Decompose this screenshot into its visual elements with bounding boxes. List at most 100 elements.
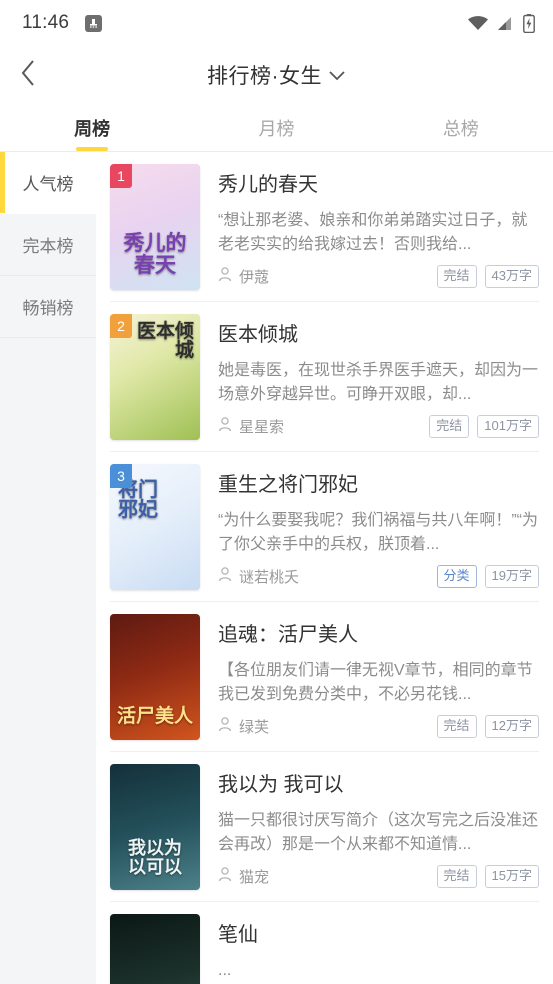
person-icon: [218, 867, 232, 886]
book-cover[interactable]: 活尸美人: [110, 614, 200, 740]
page-title-group: 排行榜·女生: [0, 46, 553, 104]
book-meta: 星星索 完结 101万字: [218, 415, 539, 438]
wordcount-badge: 19万字: [484, 565, 539, 588]
book-description: “为什么要娶我呢？我们祸福与共八年啊！”“为了你父亲手中的兵权，朕顶着...: [218, 512, 538, 553]
book-author: 伊蔻: [218, 266, 269, 287]
wordcount-badge: 101万字: [477, 415, 539, 438]
tab-label: 总榜: [442, 118, 479, 139]
cover-title: 医本倾 城: [136, 321, 194, 362]
book-title: 秀儿的春天: [218, 174, 318, 196]
book-info: 秀儿的春天 “想让那老婆、娘亲和你弟弟踏实过日子，就老老实实的给我嫁过去！否则我…: [200, 164, 539, 302]
cover-title: 我以为 以可以: [128, 838, 182, 877]
sidebar-item-completed[interactable]: 完本榜: [0, 214, 96, 276]
status-bar: 11:46: [0, 0, 553, 46]
book-info: 笔仙 ... 素子 完结 1万字: [200, 914, 539, 984]
book-cover[interactable]: 笔仙: [110, 914, 200, 984]
status-badge: 完结: [429, 415, 470, 438]
author-name: 星星索: [239, 419, 285, 437]
list-item[interactable]: 医本倾 城 2 医本倾城 她是毒医，在现世杀手界医手遮天，却因为一场意外穿越异世…: [96, 302, 553, 452]
wordcount-badge: 43万字: [484, 265, 539, 288]
chevron-left-icon: [20, 59, 36, 92]
book-info: 医本倾城 她是毒医，在现世杀手界医手遮天，却因为一场意外穿越异世。可睁开双眼，却…: [200, 314, 539, 452]
book-author: 猫宠: [218, 866, 269, 887]
list-item[interactable]: 将门 邪妃 3 重生之将门邪妃 “为什么要娶我呢？我们祸福与共八年啊！”“为了你…: [96, 452, 553, 602]
book-meta: 谜若桃夭 分类 19万字: [218, 565, 539, 588]
book-tags: 完结 43万字: [436, 265, 539, 288]
book-meta: 伊蔻 完结 43万字: [218, 265, 539, 288]
rank-badge: 2: [110, 314, 132, 338]
author-name: 伊蔻: [239, 269, 270, 287]
tab-monthly[interactable]: 月榜: [184, 104, 368, 151]
book-author: 谜若桃夭: [218, 566, 299, 587]
author-name: 绿芙: [239, 719, 270, 737]
book-description: 【各位朋友们请一律无视V章节，相同的章节我已发到免费分类中，不必另花钱...: [218, 662, 533, 703]
book-info: 我以为 我可以 猫一只都很讨厌写简介（这次写完之后没准还会再改）那是一个从来都不…: [200, 764, 539, 902]
category-sidebar: 人气榜 完本榜 畅销榜: [0, 152, 96, 984]
rank-badge: 1: [110, 164, 132, 188]
book-title: 我以为 我可以: [218, 774, 344, 796]
person-icon: [218, 417, 232, 436]
cover-title: 秀儿的 春天: [123, 232, 187, 277]
book-info: 重生之将门邪妃 “为什么要娶我呢？我们祸福与共八年啊！”“为了你父亲手中的兵权，…: [200, 464, 539, 602]
category-badge: 分类: [436, 565, 477, 588]
ranking-period-tabs: 周榜 月榜 总榜: [0, 104, 553, 152]
book-meta: 绿芙 完结 12万字: [218, 715, 539, 738]
list-item[interactable]: 笔仙 笔仙 ... 素子 完结 1万字: [96, 902, 553, 984]
author-name: 谜若桃夭: [239, 569, 300, 587]
book-cover[interactable]: 将门 邪妃 3: [110, 464, 200, 590]
sidebar-item-label: 完本榜: [22, 237, 74, 256]
sidebar-item-label: 畅销榜: [22, 299, 74, 318]
book-title: 重生之将门邪妃: [218, 474, 358, 496]
status-time: 11:46: [22, 12, 70, 33]
book-tags: 完结 12万字: [436, 715, 539, 738]
book-description: 她是毒医，在现世杀手界医手遮天，却因为一场意外穿越异世。可睁开双眼，却...: [218, 362, 539, 403]
app-notification-icon: [85, 14, 103, 32]
person-icon: [218, 717, 232, 736]
list-item[interactable]: 活尸美人 追魂：活尸美人 【各位朋友们请一律无视V章节，相同的章节我已发到免费分…: [96, 602, 553, 752]
list-item[interactable]: 我以为 以可以 我以为 我可以 猫一只都很讨厌写简介（这次写完之后没准还会再改）…: [96, 752, 553, 902]
tab-total[interactable]: 总榜: [369, 104, 553, 151]
book-description: ...: [218, 962, 232, 979]
tab-weekly[interactable]: 周榜: [0, 104, 184, 151]
back-button[interactable]: [0, 46, 56, 104]
book-title: 笔仙: [218, 924, 258, 946]
book-meta: 猫宠 完结 15万字: [218, 865, 539, 888]
person-icon: [218, 267, 232, 286]
book-tags: 分类 19万字: [436, 565, 539, 588]
sidebar-item-popularity[interactable]: 人气榜: [0, 152, 96, 214]
book-cover[interactable]: 秀儿的 春天 1: [110, 164, 200, 290]
book-cover[interactable]: 医本倾 城 2: [110, 314, 200, 440]
book-info: 追魂：活尸美人 【各位朋友们请一律无视V章节，相同的章节我已发到免费分类中，不必…: [200, 614, 539, 752]
status-badge: 完结: [436, 265, 477, 288]
battery-charging-icon: [523, 13, 535, 33]
page-title: 排行榜·女生: [207, 65, 322, 88]
signal-icon: [497, 15, 515, 31]
wifi-icon: [467, 15, 489, 31]
book-title: 医本倾城: [218, 324, 298, 346]
person-icon: [218, 567, 232, 586]
book-list[interactable]: 秀儿的 春天 1 秀儿的春天 “想让那老婆、娘亲和你弟弟踏实过日子，就老老实实的…: [96, 152, 553, 984]
book-author: 绿芙: [218, 716, 269, 737]
book-author: 星星索: [218, 416, 284, 437]
sidebar-item-label: 人气榜: [22, 175, 74, 194]
sidebar-item-bestseller[interactable]: 畅销榜: [0, 276, 96, 338]
header-bar: 排行榜·女生: [0, 46, 553, 104]
cover-title: 活尸美人: [116, 705, 193, 727]
wordcount-badge: 12万字: [484, 715, 539, 738]
book-tags: 完结 101万字: [429, 415, 539, 438]
author-name: 猫宠: [239, 869, 270, 887]
rank-badge: 3: [110, 464, 132, 488]
book-description: 猫一只都很讨厌写简介（这次写完之后没准还会再改）那是一个从来都不知道情...: [218, 812, 539, 853]
book-description: “想让那老婆、娘亲和你弟弟踏实过日子，就老老实实的给我嫁过去！否则我给...: [218, 212, 528, 253]
chevron-down-icon[interactable]: [328, 69, 346, 81]
cover-art: [110, 914, 200, 984]
wordcount-badge: 15万字: [484, 865, 539, 888]
status-badge: 完结: [436, 865, 477, 888]
list-item[interactable]: 秀儿的 春天 1 秀儿的春天 “想让那老婆、娘亲和你弟弟踏实过日子，就老老实实的…: [96, 152, 553, 302]
tab-label: 月榜: [258, 118, 295, 139]
content-area: 人气榜 完本榜 畅销榜 秀儿的 春天 1 秀儿的春天 “想让那老婆、娘亲和你弟弟: [0, 152, 553, 984]
status-badge: 完结: [436, 715, 477, 738]
tab-label: 周榜: [74, 118, 111, 139]
app-screen: 11:46 排行榜·女生 周榜 月榜 总榜 人气榜 完本榜 畅销榜 秀儿的 春天…: [0, 0, 553, 984]
book-cover[interactable]: 我以为 以可以: [110, 764, 200, 890]
